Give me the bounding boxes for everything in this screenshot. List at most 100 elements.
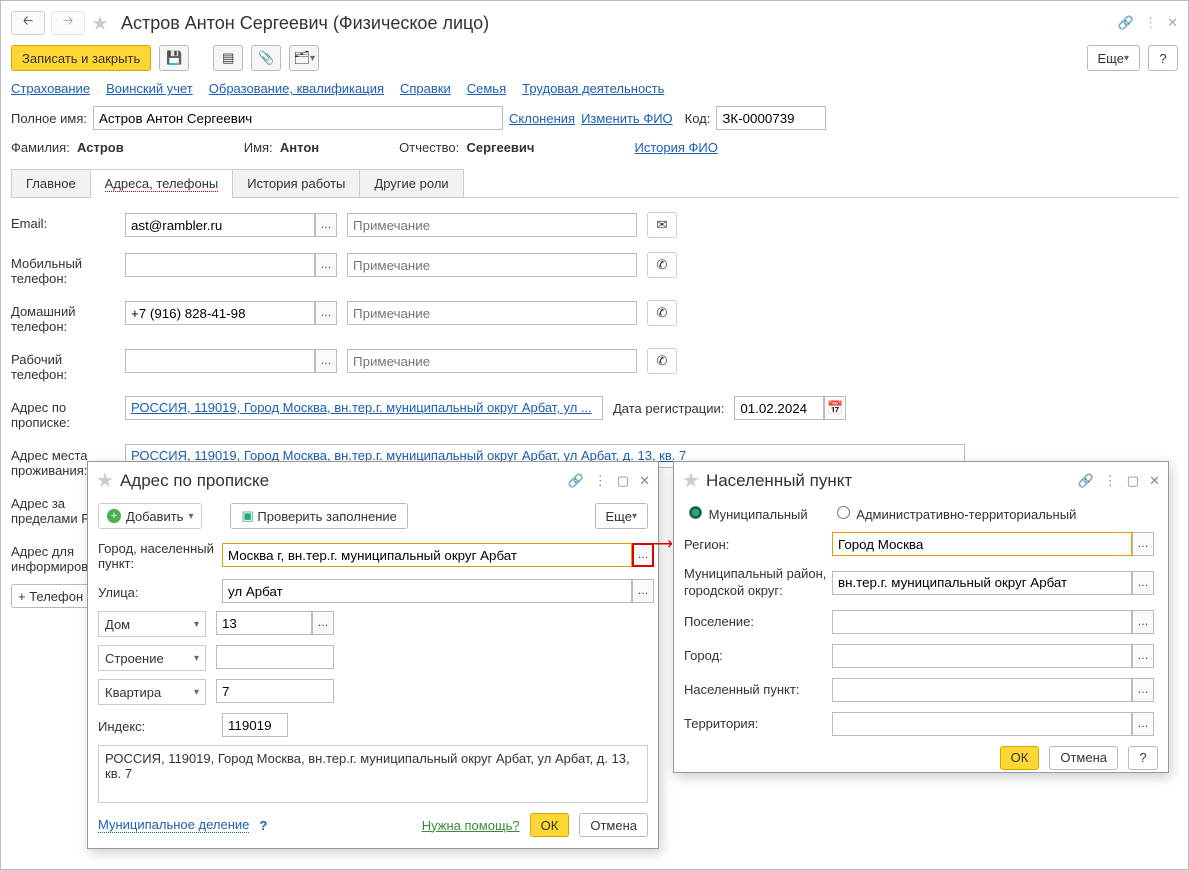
settlement-select-button[interactable]: … bbox=[1132, 610, 1154, 634]
municipal-division-link[interactable]: Муниципальное деление bbox=[98, 817, 249, 833]
work-phone-field[interactable] bbox=[125, 349, 315, 373]
modal-star-icon[interactable]: ★ bbox=[96, 468, 114, 493]
home-phone-field[interactable] bbox=[125, 301, 315, 325]
mobile-call-button[interactable]: ✆ bbox=[647, 252, 677, 278]
modal-maximize-icon[interactable]: ▢ bbox=[617, 473, 629, 489]
locality-star-icon[interactable]: ★ bbox=[682, 468, 700, 493]
locality-maximize-icon[interactable]: ▢ bbox=[1127, 473, 1139, 489]
reg-date-picker-button[interactable]: 📅 bbox=[824, 396, 846, 420]
link-education[interactable]: Образование, квалификация bbox=[209, 81, 384, 96]
link-references[interactable]: Справки bbox=[400, 81, 451, 96]
code-field[interactable] bbox=[716, 106, 826, 130]
street-select-button[interactable]: … bbox=[632, 579, 654, 603]
locality-city-label: Город: bbox=[684, 648, 832, 663]
territory-select-button[interactable]: … bbox=[1132, 712, 1154, 736]
favorite-star-icon[interactable]: ★ bbox=[91, 11, 109, 36]
locality-select-button[interactable]: … bbox=[1132, 678, 1154, 702]
link-family[interactable]: Семья bbox=[467, 81, 506, 96]
locality-modal: ★ Населенный пункт 🔗 ⋮ ▢ ✕ Муниципальный… bbox=[673, 461, 1169, 773]
work-phone-select-button[interactable]: … bbox=[315, 349, 337, 373]
link-icon[interactable]: 🔗 bbox=[1118, 15, 1134, 31]
region-select-button[interactable]: … bbox=[1132, 532, 1154, 556]
need-help-link[interactable]: Нужна помощь? bbox=[422, 818, 520, 833]
radio-admin[interactable]: Административно-территориальный bbox=[832, 503, 1077, 522]
modal-close-icon[interactable]: ✕ bbox=[639, 473, 650, 489]
building-type-select[interactable]: Строение▾ bbox=[98, 645, 206, 671]
home-call-button[interactable]: ✆ bbox=[647, 300, 677, 326]
district-select-button[interactable]: … bbox=[1132, 571, 1154, 595]
radio-municipal[interactable]: Муниципальный bbox=[684, 503, 808, 522]
locality-cancel-button[interactable]: Отмена bbox=[1049, 746, 1118, 770]
locality-kebab-icon[interactable]: ⋮ bbox=[1104, 473, 1117, 489]
tab-work-history[interactable]: История работы bbox=[232, 169, 360, 197]
locality-close-icon[interactable]: ✕ bbox=[1149, 473, 1160, 489]
locality-city-select-button[interactable]: … bbox=[1132, 644, 1154, 668]
mobile-field[interactable] bbox=[125, 253, 315, 277]
settlement-field[interactable] bbox=[832, 610, 1132, 634]
house-field[interactable] bbox=[216, 611, 312, 635]
mobile-select-button[interactable]: … bbox=[315, 253, 337, 277]
work-call-button[interactable]: ✆ bbox=[647, 348, 677, 374]
locality-help-button[interactable]: ? bbox=[1128, 746, 1158, 770]
fio-history-link[interactable]: История ФИО bbox=[634, 140, 717, 155]
building-field[interactable] bbox=[216, 645, 334, 669]
house-type-select[interactable]: Дом▾ bbox=[98, 611, 206, 637]
more-button[interactable]: Еще ▾ bbox=[1087, 45, 1140, 71]
tool-btn-1[interactable]: ▤ bbox=[213, 45, 243, 71]
email-note-field[interactable] bbox=[347, 213, 637, 237]
page-title: Астров Антон Сергеевич (Физическое лицо) bbox=[121, 13, 489, 34]
modal-ok-button[interactable]: ОК bbox=[530, 813, 570, 837]
modal-more-button[interactable]: Еще ▾ bbox=[595, 503, 648, 529]
reg-date-field[interactable] bbox=[734, 396, 824, 420]
district-field[interactable] bbox=[832, 571, 1132, 595]
flat-field[interactable] bbox=[216, 679, 334, 703]
city-select-button[interactable]: … bbox=[632, 543, 654, 567]
link-insurance[interactable]: Страхование bbox=[11, 81, 90, 96]
index-field[interactable] bbox=[222, 713, 288, 737]
save-and-close-button[interactable]: Записать и закрыть bbox=[11, 45, 151, 71]
tool-btn-3[interactable]: 🗂 ▾ bbox=[289, 45, 319, 71]
house-select-button[interactable]: … bbox=[312, 611, 334, 635]
email-field[interactable] bbox=[125, 213, 315, 237]
work-phone-note-field[interactable] bbox=[347, 349, 637, 373]
email-action-button[interactable]: ✉ bbox=[647, 212, 677, 238]
street-field[interactable] bbox=[222, 579, 632, 603]
flat-type-select[interactable]: Квартира▾ bbox=[98, 679, 206, 705]
check-fill-button[interactable]: ▣ Проверить заполнение bbox=[230, 503, 407, 529]
kebab-icon[interactable]: ⋮ bbox=[1144, 15, 1157, 31]
tab-main[interactable]: Главное bbox=[11, 169, 91, 197]
locality-ok-button[interactable]: ОК bbox=[1000, 746, 1040, 770]
index-label: Индекс: bbox=[98, 717, 218, 734]
code-label: Код: bbox=[685, 111, 711, 126]
email-select-button[interactable]: … bbox=[315, 213, 337, 237]
change-fio-link[interactable]: Изменить ФИО bbox=[581, 111, 673, 126]
mobile-note-field[interactable] bbox=[347, 253, 637, 277]
full-name-field[interactable] bbox=[93, 106, 503, 130]
locality-city-field[interactable] bbox=[832, 644, 1132, 668]
close-icon[interactable]: ✕ bbox=[1167, 15, 1178, 31]
city-field[interactable] bbox=[222, 543, 632, 567]
add-button[interactable]: +Добавить ▾ bbox=[98, 503, 202, 529]
help-button[interactable]: ? bbox=[1148, 45, 1178, 71]
nav-forward-button[interactable]: 🡢 bbox=[51, 11, 85, 35]
reg-date-label: Дата регистрации: bbox=[613, 401, 724, 416]
nav-back-button[interactable]: 🡠 bbox=[11, 11, 45, 35]
home-phone-select-button[interactable]: … bbox=[315, 301, 337, 325]
modal-cancel-button[interactable]: Отмена bbox=[579, 813, 648, 837]
modal-kebab-icon[interactable]: ⋮ bbox=[594, 473, 607, 489]
territory-field[interactable] bbox=[832, 712, 1132, 736]
region-field[interactable] bbox=[832, 532, 1132, 556]
home-phone-note-field[interactable] bbox=[347, 301, 637, 325]
locality-link-icon[interactable]: 🔗 bbox=[1078, 473, 1094, 489]
main-window: 🡠 🡢 ★ Астров Антон Сергеевич (Физическое… bbox=[0, 0, 1189, 870]
modal-link-icon[interactable]: 🔗 bbox=[568, 473, 584, 489]
locality-field[interactable] bbox=[832, 678, 1132, 702]
registration-address-link[interactable]: РОССИЯ, 119019, Город Москва, вн.тер.г. … bbox=[131, 400, 597, 415]
tab-other-roles[interactable]: Другие роли bbox=[359, 169, 463, 197]
attach-button[interactable]: 📎 bbox=[251, 45, 281, 71]
link-military[interactable]: Воинский учет bbox=[106, 81, 193, 96]
tab-addresses[interactable]: Адреса, телефоны bbox=[90, 169, 234, 197]
declensions-link[interactable]: Склонения bbox=[509, 111, 575, 126]
link-employment[interactable]: Трудовая деятельность bbox=[522, 81, 664, 96]
save-button[interactable]: 💾 bbox=[159, 45, 189, 71]
